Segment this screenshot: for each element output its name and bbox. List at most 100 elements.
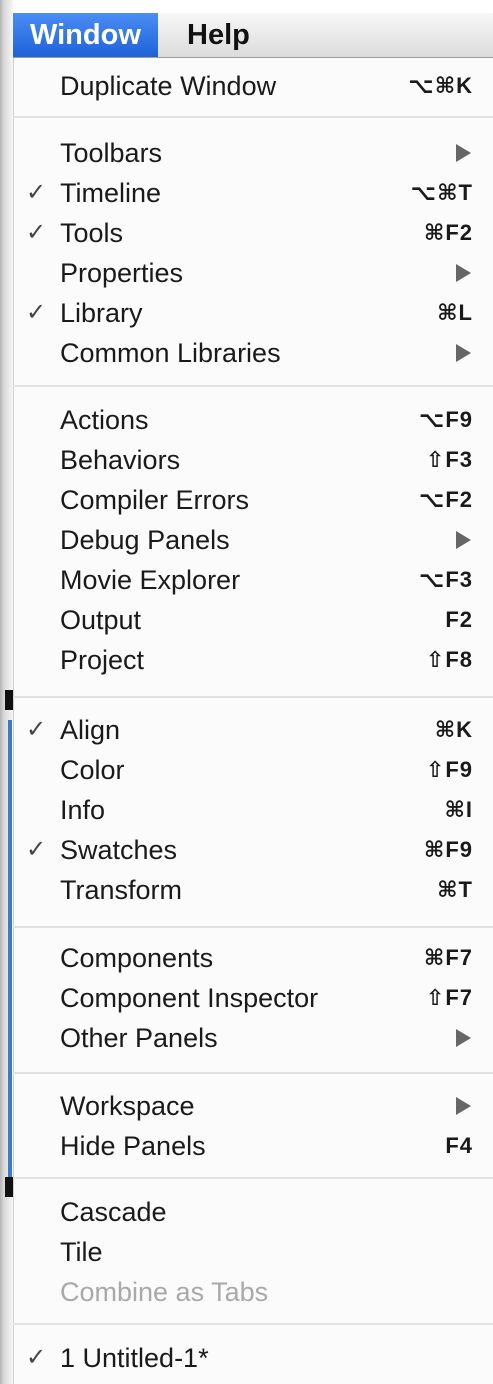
- menu-item-shortcut: ⌘T: [437, 877, 473, 902]
- submenu-arrow-icon: [456, 531, 471, 549]
- menu-item-label: Swatches: [60, 835, 178, 865]
- menu-item-label: Tools: [60, 218, 124, 248]
- menu-item-components[interactable]: Components ⌘F7: [13, 938, 493, 978]
- menu-item-shortcut: ⌥F3: [418, 567, 473, 592]
- menu-separator: [13, 1177, 493, 1179]
- menu-item-debug-panels[interactable]: Debug Panels: [13, 520, 493, 560]
- menu-item-label: Toolbars: [60, 138, 163, 168]
- menu-item-project[interactable]: Project ⇧F8: [13, 640, 493, 680]
- menu-separator: [13, 926, 493, 928]
- menu-item-tile[interactable]: Tile: [13, 1232, 493, 1272]
- checkmark-icon: ✓: [26, 179, 47, 206]
- menu-item-label: Project: [60, 645, 145, 675]
- menu-item-label: Component Inspector: [60, 983, 319, 1013]
- checkmark-icon: ✓: [26, 219, 47, 246]
- menu-item-hide-panels[interactable]: Hide Panels F4: [13, 1126, 493, 1166]
- checkmark-icon: ✓: [26, 1344, 47, 1371]
- submenu-arrow-icon: [456, 1029, 471, 1047]
- menu-item-movie-explorer[interactable]: Movie Explorer ⌥F3: [13, 560, 493, 600]
- menu-item-actions[interactable]: Actions ⌥F9: [13, 400, 493, 440]
- menu-item-behaviors[interactable]: Behaviors ⇧F3: [13, 440, 493, 480]
- menu-item-shortcut: F4: [445, 1133, 473, 1158]
- submenu-arrow-icon: [456, 144, 471, 162]
- menu-separator: [13, 116, 493, 118]
- menu-item-shortcut: F2: [445, 607, 473, 632]
- menu-item-cascade[interactable]: Cascade: [13, 1192, 493, 1232]
- menu-item-label: Duplicate Window: [60, 71, 277, 101]
- menu-item-shortcut: ⌘I: [444, 797, 473, 822]
- menu-title-window[interactable]: Window: [13, 13, 158, 57]
- menu-item-label: Workspace: [60, 1091, 195, 1121]
- window-menu-dropdown: Duplicate Window ⌥⌘K Toolbars ✓ Timeline ⌥⌘T ✓…: [13, 58, 493, 1384]
- menu-item-library[interactable]: ✓ Library ⌘L: [13, 293, 493, 333]
- menu-separator: [13, 385, 493, 387]
- menu-item-shortcut: ⌘L: [437, 300, 473, 325]
- menu-item-other-panels[interactable]: Other Panels: [13, 1018, 493, 1058]
- checkmark-icon: ✓: [26, 836, 47, 863]
- menu-item-shortcut: ⌥⌘T: [410, 180, 473, 205]
- menu-item-shortcut: ⌥F2: [418, 487, 473, 512]
- menu-bar: Window Help: [13, 13, 493, 58]
- menu-item-toolbars[interactable]: Toolbars: [13, 133, 493, 173]
- menu-item-combine-as-tabs: Combine as Tabs: [13, 1272, 493, 1312]
- menu-item-component-inspector[interactable]: Component Inspector ⇧F7: [13, 978, 493, 1018]
- menu-item-label: Debug Panels: [60, 525, 230, 555]
- background-window-accent: [8, 720, 12, 1185]
- menu-item-label: Cascade: [60, 1197, 167, 1227]
- menu-item-shortcut: ⇧F9: [425, 757, 473, 782]
- menu-item-label: Color: [60, 755, 125, 785]
- checkmark-icon: ✓: [26, 299, 47, 326]
- menu-item-label: Actions: [60, 405, 149, 435]
- menu-item-tools[interactable]: ✓ Tools ⌘F2: [13, 213, 493, 253]
- menu-item-label: Other Panels: [60, 1023, 218, 1053]
- menu-item-1-untitled-1[interactable]: ✓ 1 Untitled-1*: [13, 1338, 493, 1378]
- menu-item-label: Components: [60, 943, 214, 973]
- submenu-arrow-icon: [456, 1097, 471, 1115]
- menu-separator: [13, 696, 493, 698]
- menu-item-label: Hide Panels: [60, 1131, 206, 1161]
- checkmark-icon: ✓: [26, 716, 47, 743]
- submenu-arrow-icon: [456, 264, 471, 282]
- menu-item-label: Compiler Errors: [60, 485, 250, 515]
- menu-item-label: Library: [60, 298, 143, 328]
- menu-separator: [13, 1072, 493, 1074]
- menu-item-swatches[interactable]: ✓ Swatches ⌘F9: [13, 830, 493, 870]
- menu-item-workspace[interactable]: Workspace: [13, 1086, 493, 1126]
- menu-item-shortcut: ⌥F9: [418, 407, 473, 432]
- menu-title-help[interactable]: Help: [170, 13, 267, 57]
- menu-item-shortcut: ⌘K: [434, 717, 473, 742]
- menu-item-shortcut: ⌘F2: [423, 220, 473, 245]
- menu-item-transform[interactable]: Transform ⌘T: [13, 870, 493, 910]
- menu-item-label: Combine as Tabs: [60, 1277, 269, 1307]
- menu-item-duplicate-window[interactable]: Duplicate Window ⌥⌘K: [13, 66, 493, 106]
- menu-separator: [13, 1323, 493, 1325]
- menu-item-shortcut: ⌥⌘K: [408, 73, 473, 98]
- menu-item-properties[interactable]: Properties: [13, 253, 493, 293]
- submenu-arrow-icon: [456, 344, 471, 362]
- menu-item-color[interactable]: Color ⇧F9: [13, 750, 493, 790]
- menu-item-shortcut: ⇧F3: [425, 447, 473, 472]
- menu-item-timeline[interactable]: ✓ Timeline ⌥⌘T: [13, 173, 493, 213]
- menu-item-label: Properties: [60, 258, 184, 288]
- menu-item-label: Transform: [60, 875, 183, 905]
- menu-item-label: Behaviors: [60, 445, 181, 475]
- menu-item-label: Movie Explorer: [60, 565, 241, 595]
- menu-item-align[interactable]: ✓ Align ⌘K: [13, 710, 493, 750]
- menu-item-label: Align: [60, 715, 121, 745]
- menu-item-shortcut: ⌘F7: [423, 945, 473, 970]
- menu-item-label: Tile: [60, 1237, 103, 1267]
- menu-item-label: Timeline: [60, 178, 162, 208]
- menu-item-label: Common Libraries: [60, 338, 281, 368]
- background-window-edge: [0, 0, 13, 1384]
- background-window-mark: [5, 1177, 13, 1197]
- menu-item-label: 1 Untitled-1*: [60, 1343, 209, 1373]
- menu-item-common-libraries[interactable]: Common Libraries: [13, 333, 493, 373]
- menu-item-shortcut: ⌘F9: [423, 837, 473, 862]
- menu-item-label: Output: [60, 605, 142, 635]
- background-window-mark: [5, 690, 13, 710]
- menu-item-compiler-errors[interactable]: Compiler Errors ⌥F2: [13, 480, 493, 520]
- menu-item-label: Info: [60, 795, 106, 825]
- menu-item-shortcut: ⇧F8: [425, 647, 473, 672]
- menu-item-output[interactable]: Output F2: [13, 600, 493, 640]
- menu-item-info[interactable]: Info ⌘I: [13, 790, 493, 830]
